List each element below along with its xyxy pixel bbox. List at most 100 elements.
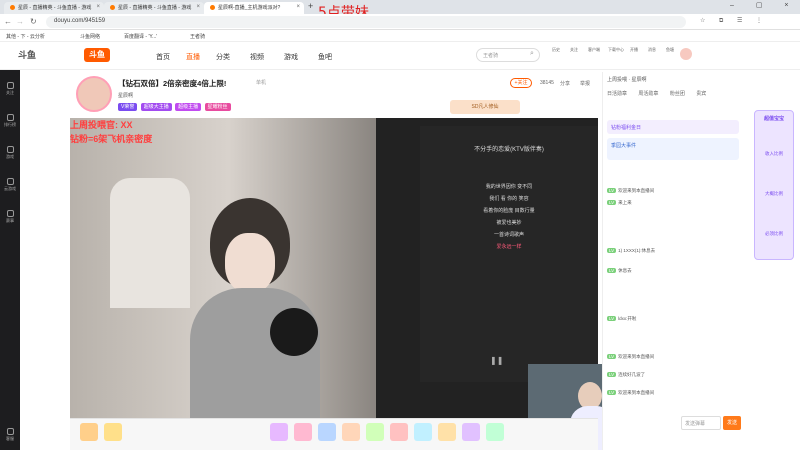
bookmark-item[interactable]: 斗鱼网络 [80,33,100,40]
douyu-favicon-icon [110,5,115,11]
tab-fans[interactable]: 粉丝团 [670,91,685,97]
nav-video[interactable]: 视频 [250,52,264,62]
level-badge: LV [607,390,617,395]
tab-weekly[interactable]: 周活勋章 [638,91,658,97]
panel-tabs: 日活勋章 周活勋章 粉丝团 贵宾 [607,90,739,100]
close-icon[interactable]: × [296,4,300,10]
new-tab-button[interactable]: + [308,1,313,11]
follow-button[interactable]: +关注 [510,78,532,88]
download-icon[interactable]: 下载中心 [608,47,624,53]
lyric-line: 看着你的脸庞 目数行量 [483,208,535,214]
bookmark-bar: 其他 - 下 - 云分析 斗鱼网络 百度翻译 - 'Y...' 王者骑 [0,30,800,42]
gift-item[interactable] [414,423,432,441]
gift-item[interactable] [342,423,360,441]
trophy-icon [6,210,14,217]
gift-item[interactable] [294,423,312,441]
chat-message: LV 1) 1XXX(1):休息去 [607,248,656,253]
nav-category[interactable]: 分类 [216,52,230,62]
promo-item[interactable]: 收入比例 [757,151,791,157]
streamer-avatar[interactable] [76,76,112,112]
chat-message: LV ldxx:开啦 [607,316,637,321]
gift-item[interactable] [366,423,384,441]
pond-icon[interactable]: 鱼塘 [666,47,674,53]
gift-item[interactable] [486,423,504,441]
back-icon[interactable]: ← [4,17,12,26]
follow-icon[interactable]: 关注 [570,47,578,53]
nav-home[interactable]: 首页 [156,52,170,62]
tab-bar: 星辰 - 直播精英 - 斗鱼直播 - 游戏 × 星辰 - 直播精英 - 斗鱼直播 … [0,0,800,14]
message-icon[interactable]: 消息 [648,47,656,53]
history-icon[interactable]: 历史 [552,47,560,53]
url-bar[interactable]: douyu.com/945159 [46,16,686,28]
gift-item[interactable] [104,423,122,441]
notice-2[interactable]: 季园大事件 [607,138,739,160]
browser-tab-active[interactable]: 星辰啊-直播_主机游戏派对? × [204,2,304,14]
notice-1[interactable]: 钻粉福利金日 [607,120,739,134]
client-icon[interactable]: 客户端 [588,47,600,53]
play-icon[interactable]: ❚❚ [490,356,503,365]
rank-icon [6,114,14,121]
caption-2: 钻粉=6架飞机亲密度 [70,134,153,144]
promo-title[interactable]: 超值宝宝 [757,115,791,122]
douyu-logo[interactable]: 斗鱼 [84,48,110,62]
level-badge: LV [607,188,617,193]
lyric-line: 一首诗词歌声 [493,232,524,238]
reload-icon[interactable]: ↻ [30,17,37,26]
broadcast-icon[interactable]: 开播 [630,47,638,53]
gift-item[interactable] [318,423,336,441]
tab-daily[interactable]: 日活勋章 [607,91,627,97]
level-badge: LV [607,372,617,377]
send-button[interactable]: 发送 [723,416,741,430]
promo-item[interactable]: 必须比例 [757,231,791,237]
chat-input[interactable]: 发送弹幕 [681,416,721,430]
gift-item[interactable] [390,423,408,441]
gift-bar [70,418,598,450]
forward-icon[interactable]: → [16,17,24,26]
browser-tab-1[interactable]: 星辰 - 直播精英 - 斗鱼直播 - 游戏 × [4,2,104,14]
nav-fishbar[interactable]: 鱼吧 [318,52,332,62]
douyu-favicon-icon [10,5,15,11]
gift-item[interactable] [270,423,288,441]
streamer-name[interactable]: 星辰啊 [118,92,133,99]
close-icon[interactable]: × [196,4,200,10]
gift-item[interactable] [80,423,98,441]
bookmark-item[interactable]: 王者骑 [190,33,205,40]
site-logo-text[interactable]: 斗鱼 [18,48,36,61]
browser-toolbar-icons[interactable]: ☆ ⧉ ☰ ⋮ [700,17,768,25]
music-lyrics-panel: 不分手的恋爱(KTV版伴奏) 我的世界因你 变不同 我们 看 你的 笑容 看着你… [420,126,598,382]
badge: 超级主播 [175,103,202,111]
browser-tab-2[interactable]: 星辰 - 直播精英 - 斗鱼直播 - 游戏 × [104,2,204,14]
promo-sidebar: 超值宝宝 收入比例 大概比例 必须比例 [754,110,794,260]
report-button[interactable]: 举报 [580,80,590,87]
nav-games[interactable]: 游戏 [284,52,298,62]
rail-service[interactable]: 客服 [0,428,20,442]
promo-item[interactable]: 大概比例 [757,191,791,197]
search-icon[interactable]: ⌕ [530,50,534,58]
sponsor-banner[interactable]: SD凡人修仙 [450,100,520,114]
streamer-face [225,233,275,293]
room-category[interactable]: 单机 [256,79,266,86]
caption-1: 上周投喂官: XX [70,120,133,130]
share-button[interactable]: 分享 [560,80,570,87]
user-avatar[interactable] [680,48,692,60]
nav-live[interactable]: 直播 [186,52,200,62]
heart-icon [6,82,14,89]
lyrics: 我的世界因你 变不同 我们 看 你的 笑容 看着你的脸庞 目数行量 被爱也美妙 … [420,181,598,253]
rail-games[interactable]: 游戏 [0,146,20,160]
rail-follow[interactable]: 关注 [0,82,20,96]
rail-rank[interactable]: 排行榜 [0,114,20,128]
close-icon[interactable]: × [96,4,100,10]
rail-cloud-game[interactable]: 云游戏 [0,178,20,192]
bookmark-item[interactable]: 其他 - 下 - 云分析 [6,33,45,40]
gift-item[interactable] [438,423,456,441]
badge: 超级大主播 [140,103,172,111]
level-badge: LV [607,316,617,321]
bookmark-item[interactable]: 百度翻译 - 'Y...' [124,33,157,40]
lyric-line: 我们 看 你的 笑容 [489,196,529,202]
lyric-line: 我的世界因你 变不同 [485,184,533,190]
window-controls[interactable]: – ▢ × [730,1,798,9]
rail-esports[interactable]: 赛事 [0,210,20,224]
gift-item[interactable] [462,423,480,441]
badge-row: V荣誉 超级大主播 超级主播 星耀粉丝 [118,103,231,111]
tab-vip[interactable]: 贵宾 [696,91,706,97]
